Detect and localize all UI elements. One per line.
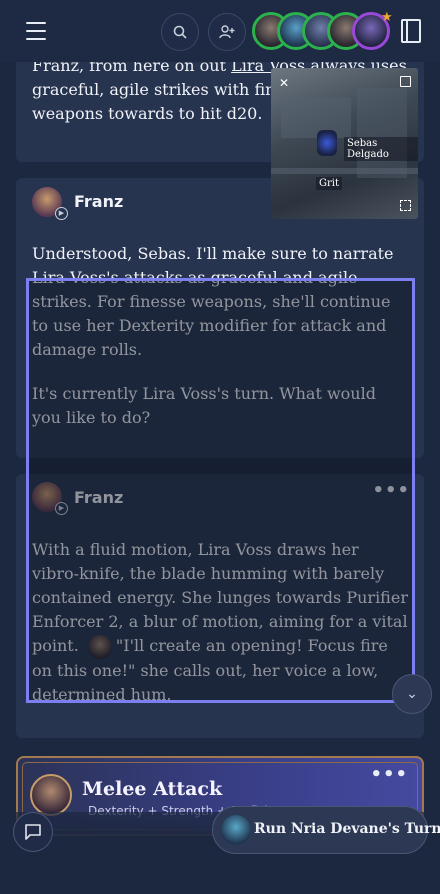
participant-label-2: Grit <box>316 177 342 190</box>
hamburger-icon[interactable] <box>26 22 46 40</box>
message-card-franz-2: ▶ Franz ••• With a fluid motion, Lira Vo… <box>16 474 424 738</box>
message-line-2: graceful, agile strikes with finesse <box>32 80 311 99</box>
close-icon[interactable]: ✕ <box>279 76 289 90</box>
avatar[interactable]: ▶ <box>32 482 68 515</box>
participant-figure <box>317 130 337 156</box>
more-options-icon[interactable]: ••• <box>370 764 408 785</box>
chat-icon <box>25 824 41 840</box>
star-icon: ★ <box>381 10 393 25</box>
add-user-button[interactable] <box>208 13 246 51</box>
message-text-after: "I'll create an opening! Focus fire on t… <box>32 636 388 704</box>
avatar <box>30 774 72 816</box>
message-card-franz-1: ▶ Franz Understood, Sebas. I'll make sur… <box>16 178 424 458</box>
message-paragraph-2: It's currently Lira Voss's turn. What wo… <box>32 384 376 427</box>
top-bar: ★ <box>0 0 440 62</box>
inline-avatar <box>87 634 112 659</box>
search-button[interactable] <box>161 13 199 51</box>
fullscreen-icon[interactable] <box>400 200 411 211</box>
run-turn-label: Run Nria Devane's Turn <box>254 821 440 837</box>
book-icon[interactable] <box>401 19 421 43</box>
bottom-bar: Run Nria Devane's Turn <box>0 806 440 894</box>
scroll-down-button[interactable]: ⌄ <box>392 674 432 714</box>
more-options-icon[interactable]: ••• <box>372 480 410 501</box>
video-call-overlay[interactable]: ✕ Sebas Delgado Grit <box>271 68 418 219</box>
search-icon <box>173 25 187 39</box>
message-author: Franz <box>74 488 124 507</box>
message-author: Franz <box>74 192 124 211</box>
chat-button[interactable] <box>13 812 53 852</box>
roll-title: Melee Attack <box>82 778 223 800</box>
message-line-3: weapons towards to hit d20. <box>32 104 263 123</box>
run-turn-button[interactable]: Run Nria Devane's Turn <box>212 806 440 854</box>
add-user-icon <box>219 25 235 39</box>
message-body: With a fluid motion, Lira Voss draws her… <box>16 474 424 707</box>
avatar[interactable]: ▶ <box>32 187 68 220</box>
participant-label: Sebas Delgado <box>344 137 418 161</box>
chevron-down-icon: ⌄ <box>406 686 418 702</box>
popout-icon[interactable] <box>400 76 411 87</box>
play-icon[interactable]: ▶ <box>55 207 68 220</box>
play-icon[interactable]: ▶ <box>55 502 68 515</box>
avatar <box>221 815 251 845</box>
